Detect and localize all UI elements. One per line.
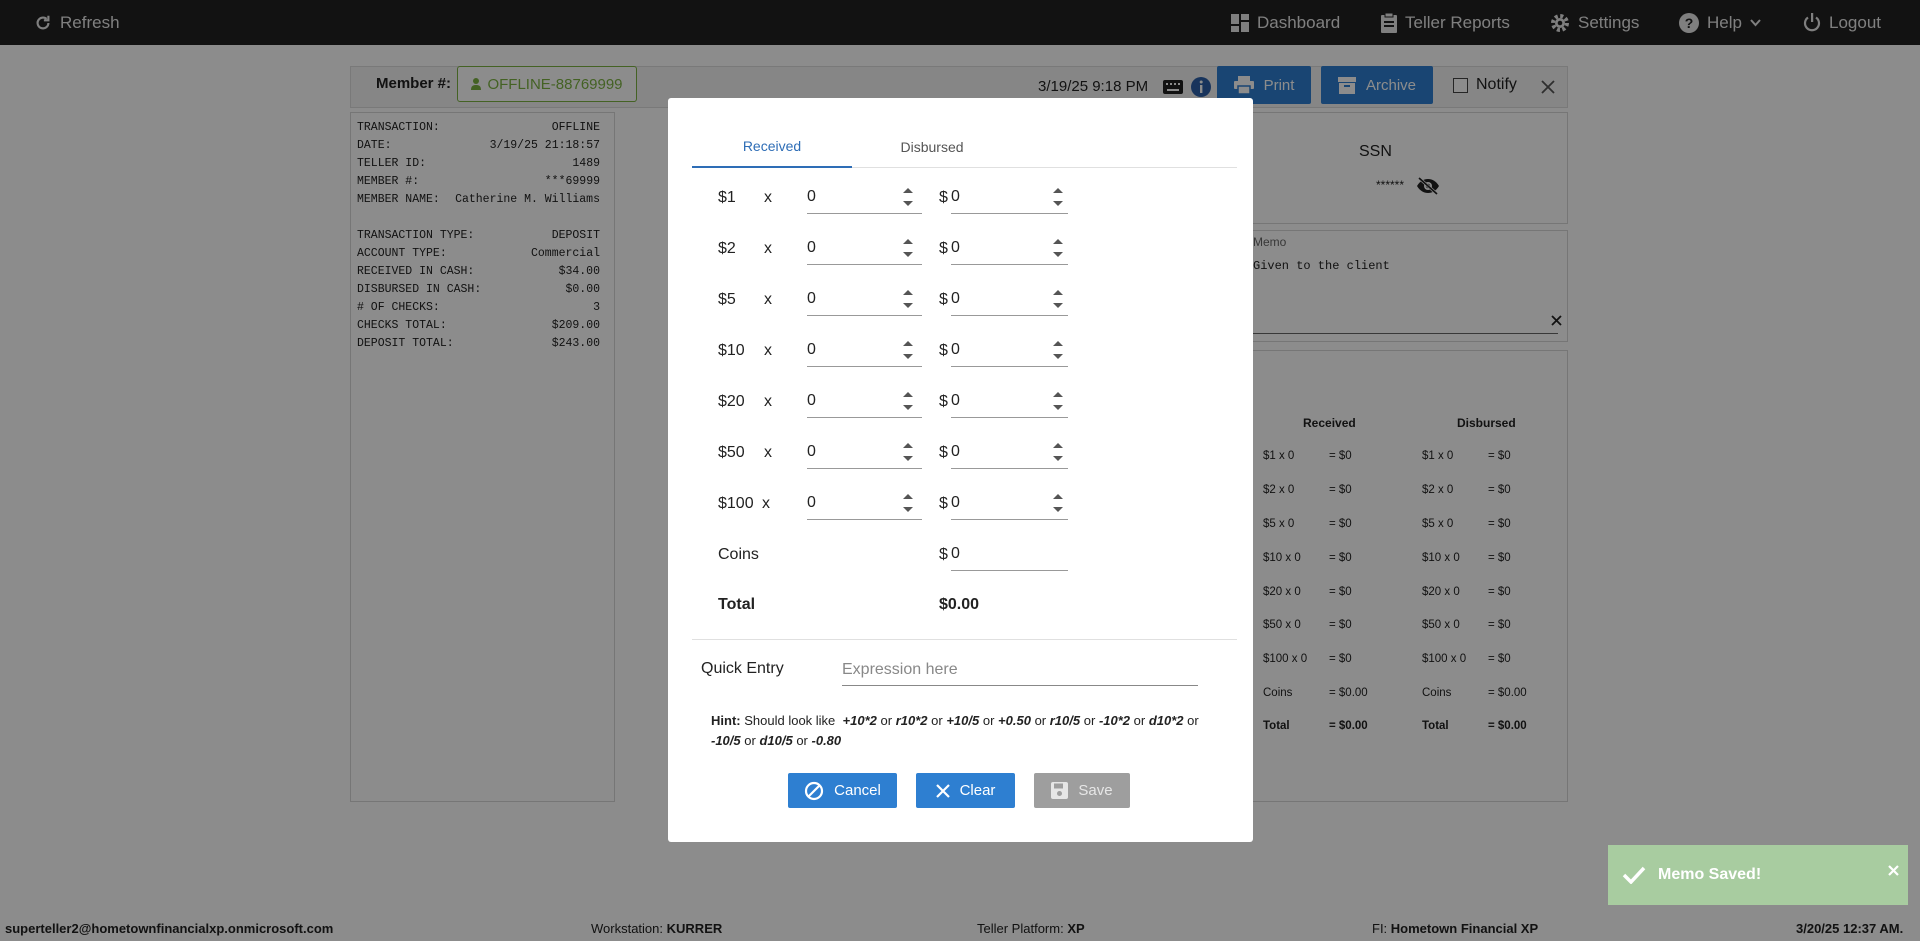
denomination-label: $5: [718, 291, 736, 308]
amount-spinner-icon[interactable]: [1051, 389, 1065, 413]
tab-disbursed[interactable]: Disbursed: [852, 126, 1012, 168]
count-spinner-icon[interactable]: [901, 440, 915, 464]
coins-input[interactable]: 0: [951, 541, 1068, 571]
denomination-row: $2 x 0 $ 0: [668, 229, 1253, 280]
dollar-sign: $: [939, 342, 948, 359]
multiply-sign: x: [762, 495, 770, 512]
denomination-label: $2: [718, 240, 736, 257]
coins-label: Coins: [718, 546, 759, 563]
amount-spinner-icon[interactable]: [1051, 338, 1065, 362]
total-row: Total $0.00: [668, 585, 1253, 636]
hint-text: Hint: Should look like +10*2 or r10*2 or…: [711, 713, 1199, 748]
save-label: Save: [1078, 782, 1113, 799]
denomination-row: $5 x 0 $ 0: [668, 280, 1253, 331]
denomination-row: $10 x 0 $ 0: [668, 331, 1253, 382]
ban-icon: [805, 781, 824, 800]
dollar-sign: $: [939, 240, 948, 257]
dollar-sign: $: [939, 495, 948, 512]
denomination-label: $1: [718, 189, 736, 206]
quick-entry-label: Quick Entry: [701, 660, 784, 677]
denomination-row: $100 x 0 $ 0: [668, 484, 1253, 535]
amount-spinner-icon[interactable]: [1051, 287, 1065, 311]
denomination-label: $50: [718, 444, 745, 461]
denomination-row: $1 x 0 $ 0: [668, 178, 1253, 229]
count-spinner-icon[interactable]: [901, 185, 915, 209]
denomination-label: $20: [718, 393, 745, 410]
toast-memo-saved: Memo Saved!: [1608, 845, 1908, 905]
floppy-disk-icon: [1051, 782, 1069, 799]
count-spinner-icon[interactable]: [901, 287, 915, 311]
dollar-sign: $: [939, 546, 948, 563]
total-value: $0.00: [939, 596, 980, 613]
cancel-button[interactable]: Cancel: [788, 773, 897, 808]
divider: [692, 639, 1237, 640]
clear-button[interactable]: Clear: [916, 773, 1015, 808]
clear-label: Clear: [959, 782, 996, 799]
amount-spinner-icon[interactable]: [1051, 440, 1065, 464]
multiply-sign: x: [764, 342, 772, 359]
tab-received[interactable]: Received: [692, 126, 852, 168]
denomination-row: $50 x 0 $ 0: [668, 433, 1253, 484]
count-spinner-icon[interactable]: [901, 236, 915, 260]
x-icon: [935, 783, 950, 798]
quick-entry-input[interactable]: Expression here: [842, 654, 1198, 686]
multiply-sign: x: [764, 444, 772, 461]
dollar-sign: $: [939, 393, 948, 410]
multiply-sign: x: [764, 291, 772, 308]
dollar-sign: $: [939, 444, 948, 461]
cancel-label: Cancel: [834, 782, 881, 799]
amount-spinner-icon[interactable]: [1051, 491, 1065, 515]
dollar-sign: $: [939, 291, 948, 308]
toast-text: Memo Saved!: [1658, 866, 1762, 883]
cash-tabs: Received Disbursed: [692, 126, 1237, 168]
amount-spinner-icon[interactable]: [1051, 185, 1065, 209]
dollar-sign: $: [939, 189, 948, 206]
count-spinner-icon[interactable]: [901, 338, 915, 362]
total-label: Total: [718, 596, 756, 613]
multiply-sign: x: [764, 393, 772, 410]
coins-row: Coins $ 0: [668, 535, 1253, 586]
cash-count-modal: Received Disbursed $1 x 0 $ 0 $2 x 0 $ 0…: [668, 98, 1253, 842]
toast-close-icon[interactable]: [1888, 865, 1899, 876]
denomination-label: $10: [718, 342, 745, 359]
quick-entry-placeholder: Expression here: [842, 661, 958, 678]
check-icon: [1622, 866, 1646, 884]
save-button[interactable]: Save: [1034, 773, 1130, 808]
multiply-sign: x: [764, 189, 772, 206]
amount-spinner-icon[interactable]: [1051, 236, 1065, 260]
count-spinner-icon[interactable]: [901, 389, 915, 413]
denomination-label: $100: [718, 495, 754, 512]
count-spinner-icon[interactable]: [901, 491, 915, 515]
denomination-row: $20 x 0 $ 0: [668, 382, 1253, 433]
multiply-sign: x: [764, 240, 772, 257]
